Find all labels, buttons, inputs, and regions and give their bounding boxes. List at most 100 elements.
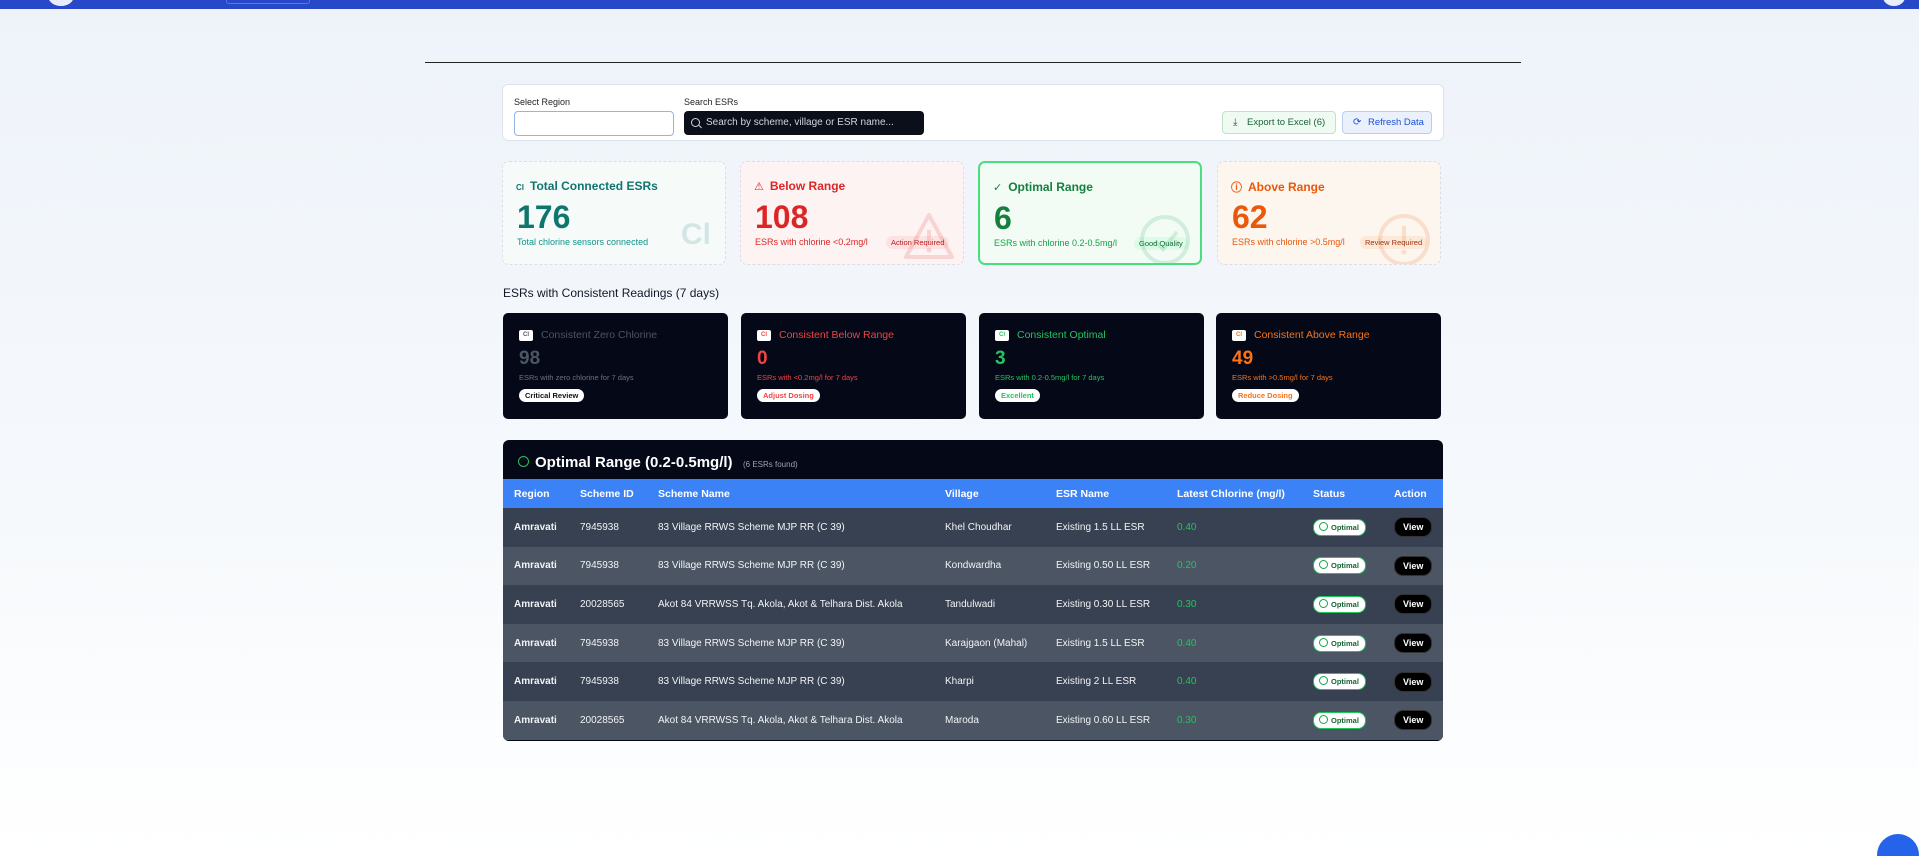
status-badge: Optimal [1313, 595, 1366, 613]
view-button[interactable]: View [1394, 517, 1433, 538]
export-excel-button[interactable]: ⤓ Export to Excel (6) [1222, 111, 1336, 134]
cell-scheme-name: 83 Village RRWS Scheme MJP RR (C 39) [658, 560, 845, 572]
card-title: Cl Total Connected ESRs [516, 179, 658, 193]
cell-esr-name: Existing 0.30 LL ESR [1056, 598, 1151, 610]
chlorine-icon: Cl [1232, 330, 1246, 341]
view-button[interactable]: View [1394, 594, 1433, 615]
cell-action: View [1383, 585, 1443, 624]
region-label: Select Region [514, 97, 571, 107]
check-watermark-icon [1138, 213, 1192, 263]
filter-panel: Select Region Search ESRs Search by sche… [502, 84, 1444, 141]
view-button[interactable]: View [1394, 555, 1433, 576]
below-range-card[interactable]: ⚠ Below Range 108 ESRs with chlorine <0.2… [740, 161, 964, 265]
cell-scheme-name: Akot 84 VRRWSS Tq. Akola, Akot & Telhara… [658, 598, 903, 610]
check-icon [1319, 521, 1328, 531]
consistent-zero-card[interactable]: Cl Consistent Zero Chlorine 98 ESRs with… [503, 313, 728, 419]
region-select[interactable] [514, 111, 674, 136]
warning-watermark-icon [903, 212, 955, 264]
column-header[interactable]: Village [934, 479, 1045, 508]
table-row[interactable]: Amravati 7945938 83 Village RRWS Scheme … [503, 508, 1443, 547]
card-value: 0 [757, 348, 768, 369]
cell-village: Karajgaon (Mahal) [945, 637, 1028, 649]
view-button[interactable]: View [1394, 671, 1433, 692]
check-icon [1319, 714, 1328, 724]
check-icon [1319, 676, 1328, 686]
cell-village: Khel Choudhar [945, 521, 1012, 533]
cell-chlorine: 0.30 [1177, 714, 1197, 726]
card-desc: ESRs with <0.2mg/l for 7 days [757, 373, 858, 382]
column-header[interactable]: Latest Chlorine (mg/l) [1166, 479, 1302, 508]
app-logo[interactable] [48, 0, 74, 6]
chlorine-icon: Cl [516, 183, 524, 192]
cell-status: Optimal [1302, 624, 1383, 663]
cell-scheme-name: 83 Village RRWS Scheme MJP RR (C 39) [658, 521, 845, 533]
card-value: 62 [1232, 199, 1268, 235]
card-title: Consistent Zero Chlorine [541, 329, 658, 341]
consistent-optimal-card[interactable]: Cl Consistent Optimal 3 ESRs with 0.2-0.… [979, 313, 1204, 419]
top-navbar [0, 0, 1919, 9]
card-value: 98 [519, 348, 541, 369]
cell-village: Kondwardha [945, 560, 1002, 572]
card-title: ⓘ Above Range [1231, 180, 1325, 194]
card-value: 49 [1232, 348, 1254, 369]
results-count: (6 ESRs found) [743, 460, 798, 469]
column-header[interactable]: Scheme ID [569, 479, 647, 508]
card-value: 176 [517, 199, 571, 235]
cell-action: View [1383, 701, 1443, 740]
esr-table: Region Scheme ID Scheme Name Village ESR… [503, 479, 1443, 740]
card-badge: Excellent [995, 389, 1040, 402]
column-header[interactable]: Status [1302, 479, 1383, 508]
table-row[interactable]: Amravati 20028565 Akot 84 VRRWSS Tq. Ako… [503, 700, 1443, 740]
check-circle-icon [518, 456, 529, 467]
status-badge: Optimal [1313, 711, 1366, 729]
card-desc: ESRs with chlorine <0.2mg/l [755, 237, 868, 247]
cell-region: Amravati [514, 560, 557, 572]
cell-scheme-id: 7945938 [580, 521, 619, 533]
cell-scheme-name: 83 Village RRWS Scheme MJP RR (C 39) [658, 676, 845, 688]
search-input[interactable]: Search by scheme, village or ESR name... [684, 111, 924, 135]
table-row[interactable]: Amravati 7945938 83 Village RRWS Scheme … [503, 546, 1443, 586]
column-header: Action [1394, 487, 1427, 500]
column-header[interactable]: ESR Name [1045, 479, 1166, 508]
cell-village: Maroda [945, 714, 979, 726]
chlorine-watermark-icon: Cl [681, 218, 711, 251]
view-button[interactable]: View [1394, 710, 1433, 731]
consistent-above-card[interactable]: Cl Consistent Above Range 49 ESRs with >… [1216, 313, 1441, 419]
cell-scheme-name: Akot 84 VRRWSS Tq. Akola, Akot & Telhara… [658, 714, 903, 726]
table-row[interactable]: Amravati 7945938 83 Village RRWS Scheme … [503, 623, 1443, 663]
cell-esr-name: Existing 0.60 LL ESR [1056, 714, 1151, 726]
nav-pill-button[interactable] [226, 0, 310, 4]
chlorine-icon: Cl [995, 330, 1009, 341]
cell-scheme-id: 7945938 [580, 637, 619, 649]
cell-village: Tandulwadi [945, 598, 996, 610]
cell-scheme-id: 20028565 [580, 598, 625, 610]
cell-region: Amravati [514, 676, 557, 688]
user-avatar[interactable] [1883, 0, 1905, 6]
table-row[interactable]: Amravati 7945938 83 Village RRWS Scheme … [503, 662, 1443, 701]
optimal-range-card[interactable]: ✓ Optimal Range 6 ESRs with chlorine 0.2-… [978, 161, 1202, 265]
total-esrs-card[interactable]: Cl Total Connected ESRs 176 Total chlorin… [502, 161, 726, 265]
view-button[interactable]: View [1394, 633, 1433, 654]
column-header[interactable]: Scheme Name [647, 479, 934, 508]
chat-widget-button[interactable] [1877, 834, 1919, 856]
cell-action: View [1383, 547, 1443, 586]
consistent-readings-title: ESRs with Consistent Readings (7 days) [503, 286, 720, 300]
chlorine-icon: Cl [757, 330, 771, 341]
status-badge: Optimal [1313, 557, 1366, 575]
cell-action: View [1383, 624, 1443, 663]
warning-icon: ⚠ [754, 181, 764, 193]
refresh-data-button[interactable]: ⟳ Refresh Data [1342, 111, 1432, 134]
header-divider [425, 62, 1521, 63]
cell-region: Amravati [514, 598, 557, 610]
column-header[interactable]: Region [503, 479, 569, 508]
consistent-below-card[interactable]: Cl Consistent Below Range 0 ESRs with <0… [741, 313, 966, 419]
card-desc: ESRs with chlorine >0.5mg/l [1232, 237, 1345, 247]
card-title: Consistent Below Range [779, 329, 894, 341]
above-range-card[interactable]: ⓘ Above Range 62 ESRs with chlorine >0.5m… [1217, 161, 1441, 265]
card-title: ⚠ Below Range [754, 179, 846, 193]
cell-chlorine: 0.20 [1177, 560, 1197, 572]
search-label: Search ESRs [684, 97, 739, 107]
table-row[interactable]: Amravati 20028565 Akot 84 VRRWSS Tq. Ako… [503, 585, 1443, 624]
card-title: Consistent Above Range [1254, 329, 1370, 341]
cell-region: Amravati [514, 714, 557, 726]
